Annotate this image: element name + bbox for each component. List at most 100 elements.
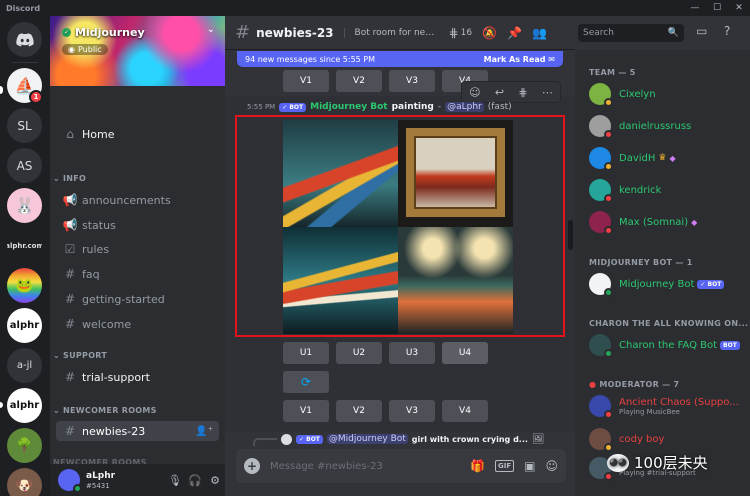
v4-button[interactable]: V4 bbox=[442, 400, 488, 422]
user-mention[interactable]: @aLphr bbox=[445, 102, 484, 112]
server-alphr-2[interactable]: alphr bbox=[7, 388, 42, 423]
member-ancient-chaos[interactable]: Ancient Chaos (Suppo... Playing MusicBee bbox=[589, 392, 744, 420]
close-button[interactable]: ✕ bbox=[728, 3, 750, 13]
member-name: Max (Somnai) bbox=[619, 216, 689, 228]
chevron-down-icon: ⌄ bbox=[53, 406, 61, 415]
channel-faq[interactable]: # faq bbox=[56, 264, 219, 284]
user-avatar[interactable] bbox=[58, 469, 82, 493]
server-as[interactable]: AS bbox=[7, 148, 42, 183]
gear-icon[interactable]: ⚙ bbox=[205, 474, 225, 487]
category-newcomer-rooms[interactable]: ⌄ NEWCOMER ROOMS bbox=[53, 406, 157, 415]
add-member-icon[interactable]: 👤⁺ bbox=[195, 426, 213, 437]
mark-as-read-button[interactable]: Mark As Read ✉ bbox=[484, 55, 555, 64]
u1-button[interactable]: U1 bbox=[283, 342, 329, 364]
channel-rules[interactable]: ☑ rules bbox=[56, 239, 219, 259]
minimize-button[interactable]: — bbox=[684, 3, 706, 13]
reply-preview[interactable]: ✓ BOT @Midjourney Bot girl with crown cr… bbox=[253, 432, 545, 446]
channel-status[interactable]: 📢 status bbox=[56, 215, 219, 235]
v1-button[interactable]: V1 bbox=[283, 400, 329, 422]
channel-label: newbies-23 bbox=[82, 424, 146, 438]
megaphone-icon: 📢 bbox=[62, 193, 78, 207]
member-davidh[interactable]: DavidH ♛ ◆ bbox=[589, 144, 744, 172]
member-charon-faq-bot[interactable]: Charon the FAQ Bot BOT bbox=[589, 331, 744, 359]
home-channel[interactable]: ⌂ Home bbox=[56, 124, 219, 144]
channel-announcements[interactable]: 📢 announcements bbox=[56, 190, 219, 210]
chevron-down-icon: ⌄ bbox=[53, 351, 61, 360]
server-label: a-jl bbox=[16, 360, 33, 371]
channel-label: announcements bbox=[82, 193, 171, 207]
chevron-down-icon[interactable]: ⌄ bbox=[207, 24, 215, 35]
v2-button[interactable]: V2 bbox=[336, 400, 382, 422]
gif-icon[interactable]: GIF bbox=[495, 460, 515, 472]
server-pixel-art[interactable]: 🌳 bbox=[7, 428, 42, 463]
server-alphr-com[interactable]: alphr.com bbox=[7, 228, 42, 263]
maximize-button[interactable]: ☐ bbox=[706, 3, 728, 13]
channel-title: newbies-23 bbox=[256, 25, 334, 40]
member-midjourney-bot[interactable]: Midjourney Bot ✓ BOT bbox=[589, 270, 744, 298]
mute-bell-icon[interactable]: 🔕 bbox=[482, 26, 497, 40]
hash-icon: # bbox=[64, 424, 76, 438]
member-list-icon[interactable]: 👥 bbox=[532, 26, 547, 40]
more-icon[interactable]: ⋯ bbox=[542, 86, 553, 99]
generated-image[interactable] bbox=[283, 120, 513, 334]
v2-button[interactable]: V2 bbox=[336, 70, 382, 92]
member-max-somnai[interactable]: Max (Somnai) ◆ bbox=[589, 208, 744, 236]
pixel-art-icon: 🌳 bbox=[16, 438, 33, 453]
category-support[interactable]: ⌄ SUPPORT bbox=[53, 351, 107, 360]
message-author[interactable]: Midjourney Bot bbox=[310, 102, 387, 112]
emoji-icon[interactable]: ☺ bbox=[545, 459, 558, 473]
server-pink-character[interactable]: 🐰 bbox=[7, 188, 42, 223]
server-rainbow-frog[interactable]: 🐸 bbox=[7, 268, 42, 303]
refresh-button[interactable]: ⟳ bbox=[283, 371, 329, 393]
pink-character-icon: 🐰 bbox=[14, 196, 35, 215]
reply-icon[interactable]: ↩ bbox=[495, 86, 504, 99]
channel-topic[interactable]: Bot room for new users. Type /imagine bbox=[343, 27, 439, 38]
server-alphr[interactable]: alphr bbox=[7, 308, 42, 343]
server-sailboat[interactable]: ⛵ 1 bbox=[7, 68, 43, 104]
headphones-icon[interactable]: 🎧 bbox=[185, 474, 205, 487]
image-tile-2 bbox=[398, 120, 513, 227]
u3-button[interactable]: U3 bbox=[389, 342, 435, 364]
v1-button[interactable]: V1 bbox=[283, 70, 329, 92]
category-info[interactable]: ⌄ INFO bbox=[53, 174, 86, 183]
pin-icon[interactable]: 📌 bbox=[507, 26, 522, 40]
create-thread-icon[interactable]: ⋕ bbox=[518, 86, 527, 99]
variation-button-row: V1 V2 V3 V4 bbox=[283, 400, 488, 422]
help-icon[interactable]: ? bbox=[724, 24, 730, 38]
member-kendrick[interactable]: kendrick bbox=[589, 176, 744, 204]
server-dog-avatar[interactable]: 🐶 bbox=[7, 468, 42, 496]
sticker-icon[interactable]: ▣ bbox=[524, 459, 535, 473]
search-input[interactable]: Search 🔍 bbox=[578, 24, 684, 42]
bot-tag-label: BOT bbox=[707, 280, 722, 288]
u2-button[interactable]: U2 bbox=[336, 342, 382, 364]
v3-button[interactable]: V3 bbox=[389, 70, 435, 92]
refresh-button-row: ⟳ bbox=[283, 371, 329, 393]
channel-trial-support[interactable]: # trial-support bbox=[56, 367, 219, 387]
add-reaction-icon[interactable]: ☺ bbox=[469, 86, 480, 99]
dnd-status-icon bbox=[604, 130, 613, 139]
threads-button[interactable]: ⋕ 16 bbox=[449, 26, 473, 40]
channel-getting-started[interactable]: # getting-started bbox=[56, 289, 219, 309]
microphone-icon[interactable]: 🎙 bbox=[165, 474, 185, 487]
server-sl[interactable]: SL bbox=[7, 108, 42, 143]
member-cody-boy[interactable]: cody boy bbox=[589, 425, 744, 453]
upload-plus-icon[interactable]: + bbox=[244, 458, 260, 474]
message-timestamp: 5:55 PM bbox=[247, 103, 276, 111]
chat-scrollbar[interactable] bbox=[568, 220, 573, 250]
member-cixelyn[interactable]: Cixelyn bbox=[589, 80, 744, 108]
inbox-icon[interactable]: ▭ bbox=[696, 24, 707, 38]
gift-icon[interactable]: 🎁 bbox=[470, 459, 485, 473]
discord-home-icon[interactable] bbox=[7, 22, 42, 57]
new-messages-bar[interactable]: 94 new messages since 5:55 PM Mark As Re… bbox=[237, 51, 563, 67]
message-input[interactable]: + Message #newbies-23 🎁 GIF ▣ ☺ bbox=[236, 449, 566, 483]
u4-button[interactable]: U4 bbox=[442, 342, 488, 364]
server-a-jl[interactable]: a-jl bbox=[7, 348, 42, 383]
server-label: alphr bbox=[9, 320, 40, 331]
server-name-button[interactable]: ✓ Midjourney bbox=[62, 26, 145, 39]
v3-button[interactable]: V3 bbox=[389, 400, 435, 422]
channel-welcome[interactable]: # welcome bbox=[56, 314, 219, 334]
channel-newbies-23[interactable]: # newbies-23 👤⁺ bbox=[56, 421, 219, 441]
member-danielrussruss[interactable]: danielrussruss bbox=[589, 112, 744, 140]
member-activity: Playing MusicBee bbox=[619, 407, 680, 416]
reply-mention[interactable]: @Midjourney Bot bbox=[326, 434, 408, 444]
